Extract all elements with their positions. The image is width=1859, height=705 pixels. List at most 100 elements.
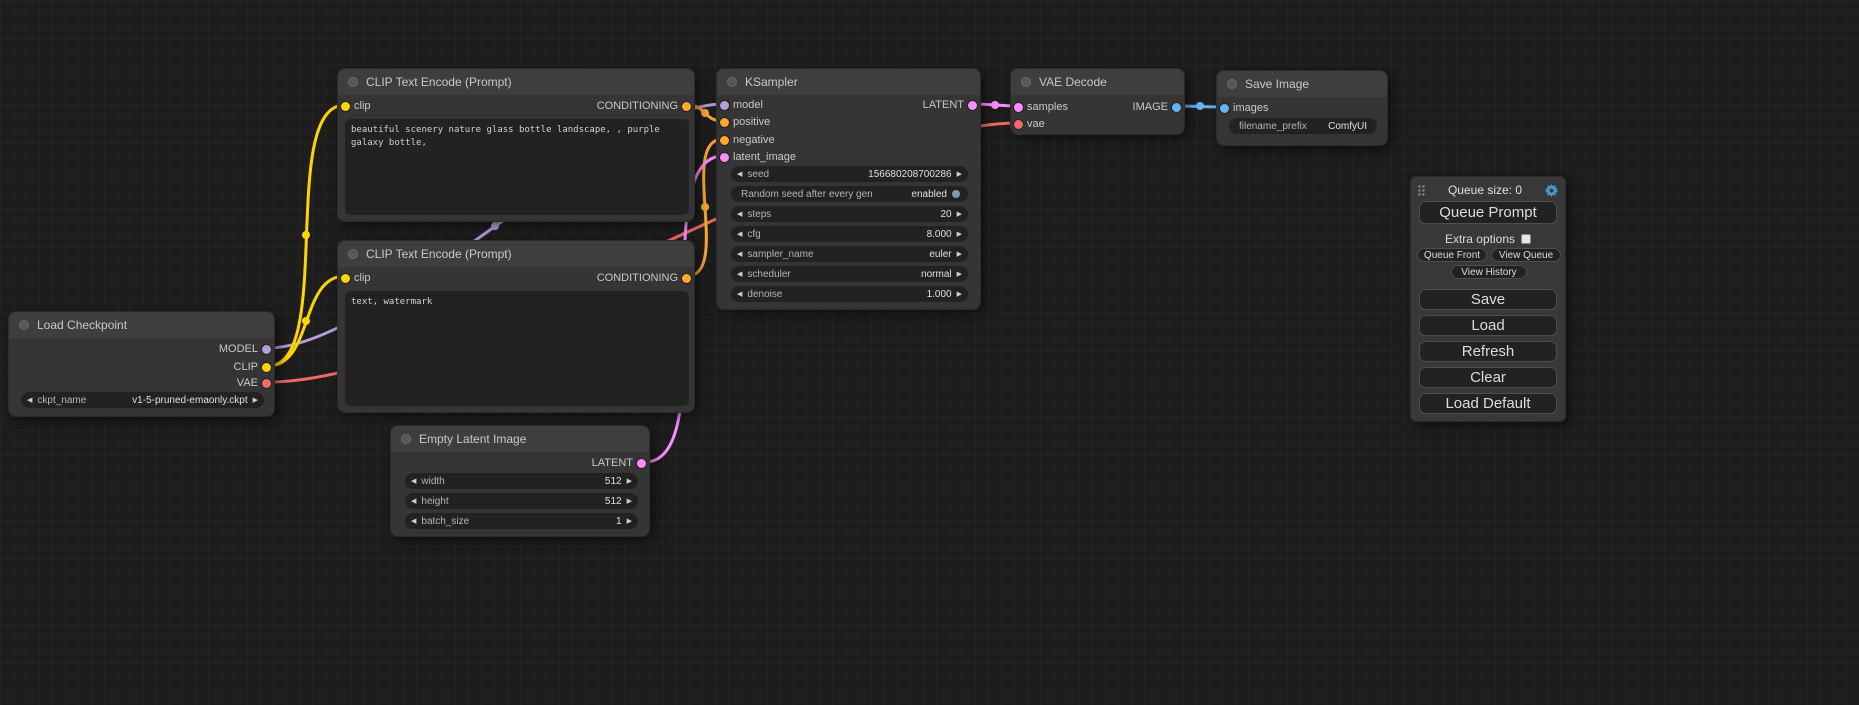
input-label-clip: clip [354, 97, 371, 115]
node-header[interactable]: CLIP Text Encode (Prompt) [338, 69, 694, 95]
widget-batch-size[interactable]: ◀ batch_size 1 ▶ [405, 513, 638, 529]
collapse-dot[interactable] [727, 77, 737, 87]
node-header[interactable]: KSampler [717, 69, 980, 95]
load-button[interactable]: Load [1419, 315, 1557, 336]
settings-gear-icon[interactable] [1544, 183, 1559, 198]
toggle-dot-icon[interactable] [952, 190, 960, 198]
output-label-model: MODEL [219, 340, 258, 358]
widget-sampler-name[interactable]: ◀ sampler_name euler ▶ [731, 246, 968, 262]
increment-arrow-icon[interactable]: ▶ [627, 477, 632, 485]
load-default-button[interactable]: Load Default [1419, 393, 1557, 414]
widget-scheduler[interactable]: ◀ scheduler normal ▶ [731, 266, 968, 282]
extra-options-checkbox[interactable] [1521, 234, 1531, 244]
node-title: Empty Latent Image [419, 432, 526, 446]
node-clip-text-encode-positive[interactable]: CLIP Text Encode (Prompt) clip CONDITION… [337, 68, 695, 222]
increment-arrow-icon[interactable]: ▶ [253, 396, 258, 404]
decrement-arrow-icon[interactable]: ◀ [737, 270, 742, 278]
link-midpoint-dot [302, 231, 310, 239]
decrement-arrow-icon[interactable]: ◀ [737, 210, 742, 218]
increment-arrow-icon[interactable]: ▶ [957, 230, 962, 238]
increment-arrow-icon[interactable]: ▶ [957, 290, 962, 298]
widget-filename-prefix[interactable]: filename_prefix ComfyUI [1229, 118, 1377, 134]
prompt-textarea[interactable]: text, watermark [345, 291, 689, 406]
node-save-image[interactable]: Save Image images filename_prefix ComfyU… [1216, 70, 1388, 146]
widget-height[interactable]: ◀ height 512 ▶ [405, 493, 638, 509]
node-header[interactable]: CLIP Text Encode (Prompt) [338, 241, 694, 267]
canvas[interactable]: Load Checkpoint MODEL CLIP VAE ◀ ckpt_na… [0, 0, 1859, 705]
input-label-vae: vae [1027, 115, 1045, 133]
input-port-clip[interactable] [341, 102, 350, 111]
queue-front-button[interactable]: Queue Front [1417, 248, 1487, 262]
output-port-conditioning[interactable] [682, 274, 691, 283]
input-label-clip: clip [354, 269, 371, 287]
decrement-arrow-icon[interactable]: ◀ [737, 230, 742, 238]
decrement-arrow-icon[interactable]: ◀ [737, 250, 742, 258]
output-port-conditioning[interactable] [682, 102, 691, 111]
input-label-negative: negative [733, 131, 775, 149]
input-port-clip[interactable] [341, 274, 350, 283]
queue-prompt-button[interactable]: Queue Prompt [1419, 201, 1557, 224]
widget-value: 512 [605, 496, 622, 507]
widget-label: filename_prefix [1239, 121, 1307, 132]
decrement-arrow-icon[interactable]: ◀ [411, 477, 416, 485]
node-vae-decode[interactable]: VAE Decode samples vae IMAGE [1010, 68, 1185, 135]
output-port-clip[interactable] [262, 363, 271, 372]
output-label-conditioning: CONDITIONING [597, 269, 678, 287]
decrement-arrow-icon[interactable]: ◀ [411, 497, 416, 505]
node-header[interactable]: Save Image [1217, 71, 1387, 97]
node-empty-latent-image[interactable]: Empty Latent Image LATENT ◀ width 512 ▶ … [390, 425, 650, 537]
collapse-dot[interactable] [401, 434, 411, 444]
input-port-samples[interactable] [1014, 103, 1023, 112]
widget-random-seed-toggle[interactable]: Random seed after every gen enabled [731, 186, 968, 202]
widget-ckpt-name[interactable]: ◀ ckpt_name v1-5-pruned-emaonly.ckpt ▶ [21, 392, 264, 408]
input-port-vae[interactable] [1014, 120, 1023, 129]
decrement-arrow-icon[interactable]: ◀ [27, 396, 32, 404]
widget-width[interactable]: ◀ width 512 ▶ [405, 473, 638, 489]
increment-arrow-icon[interactable]: ▶ [627, 517, 632, 525]
input-port-model[interactable] [720, 101, 729, 110]
increment-arrow-icon[interactable]: ▶ [957, 210, 962, 218]
output-port-vae[interactable] [262, 379, 271, 388]
prompt-textarea[interactable]: beautiful scenery nature glass bottle la… [345, 119, 689, 215]
output-port-image[interactable] [1172, 103, 1181, 112]
queue-size-label: Queue size: 0 [1426, 183, 1544, 197]
node-header[interactable]: VAE Decode [1011, 69, 1184, 95]
output-port-latent[interactable] [968, 101, 977, 110]
decrement-arrow-icon[interactable]: ◀ [737, 170, 742, 178]
widget-denoise[interactable]: ◀ denoise 1.000 ▶ [731, 286, 968, 302]
collapse-dot[interactable] [19, 320, 29, 330]
drag-handle-icon[interactable] [1417, 184, 1426, 197]
decrement-arrow-icon[interactable]: ◀ [737, 290, 742, 298]
collapse-dot[interactable] [348, 77, 358, 87]
output-port-latent[interactable] [637, 459, 646, 468]
refresh-button[interactable]: Refresh [1419, 341, 1557, 362]
node-title: CLIP Text Encode (Prompt) [366, 75, 512, 89]
increment-arrow-icon[interactable]: ▶ [957, 170, 962, 178]
collapse-dot[interactable] [348, 249, 358, 259]
widget-seed[interactable]: ◀ seed 156680208700286 ▶ [731, 166, 968, 182]
input-port-negative[interactable] [720, 136, 729, 145]
node-clip-text-encode-negative[interactable]: CLIP Text Encode (Prompt) clip CONDITION… [337, 240, 695, 413]
output-label-conditioning: CONDITIONING [597, 97, 678, 115]
widget-steps[interactable]: ◀ steps 20 ▶ [731, 206, 968, 222]
increment-arrow-icon[interactable]: ▶ [957, 270, 962, 278]
input-port-positive[interactable] [720, 118, 729, 127]
decrement-arrow-icon[interactable]: ◀ [411, 517, 416, 525]
view-history-button[interactable]: View History [1451, 265, 1527, 279]
node-header[interactable]: Load Checkpoint [9, 312, 274, 338]
node-ksampler[interactable]: KSampler model positive negative latent_… [716, 68, 981, 310]
save-button[interactable]: Save [1419, 289, 1557, 310]
node-header[interactable]: Empty Latent Image [391, 426, 649, 452]
node-title: KSampler [745, 75, 798, 89]
output-port-model[interactable] [262, 345, 271, 354]
collapse-dot[interactable] [1227, 79, 1237, 89]
view-queue-button[interactable]: View Queue [1491, 248, 1561, 262]
collapse-dot[interactable] [1021, 77, 1031, 87]
widget-cfg[interactable]: ◀ cfg 8.000 ▶ [731, 226, 968, 242]
input-port-images[interactable] [1220, 104, 1229, 113]
input-port-latent-image[interactable] [720, 153, 729, 162]
clear-button[interactable]: Clear [1419, 367, 1557, 388]
increment-arrow-icon[interactable]: ▶ [957, 250, 962, 258]
node-load-checkpoint[interactable]: Load Checkpoint MODEL CLIP VAE ◀ ckpt_na… [8, 311, 275, 417]
increment-arrow-icon[interactable]: ▶ [627, 497, 632, 505]
